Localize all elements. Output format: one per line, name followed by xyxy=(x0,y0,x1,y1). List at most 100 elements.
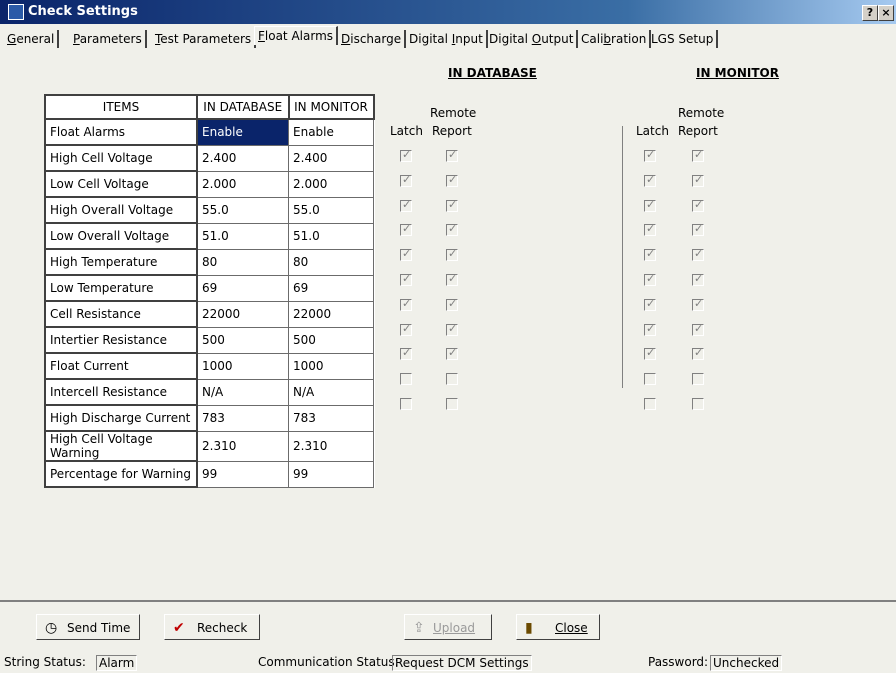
monitor-latch-checkbox[interactable] xyxy=(644,222,656,236)
db-latch-checkbox[interactable] xyxy=(400,148,412,162)
door-icon: ▮ xyxy=(525,620,533,636)
recheck-button[interactable]: ✔ Recheck xyxy=(164,614,260,640)
monitor-remote-report-checkbox[interactable] xyxy=(692,247,704,261)
monitor-latch-checkbox[interactable] xyxy=(644,148,656,162)
tab-general[interactable]: General xyxy=(4,30,60,48)
database-value-cell[interactable]: 2.310 xyxy=(196,430,289,462)
db-remote-report-checkbox[interactable] xyxy=(446,398,458,410)
table-row: Low Temperature 69 69 xyxy=(44,274,374,302)
database-value-cell[interactable]: 2.400 xyxy=(196,144,289,172)
database-value-cell[interactable]: 2.000 xyxy=(196,170,289,198)
database-value-cell[interactable]: 55.0 xyxy=(196,196,289,224)
monitor-remote-report-checkbox[interactable] xyxy=(692,148,704,162)
password-label: Password: xyxy=(648,655,709,669)
monitor-latch-checkbox[interactable] xyxy=(644,373,656,385)
monitor-remote-report-checkbox[interactable] xyxy=(692,373,704,385)
monitor-value-cell: 69 xyxy=(288,274,374,302)
monitor-remote-report-checkbox[interactable] xyxy=(692,198,704,212)
tab-strip: General Parameters Test Parameters Float Al… xyxy=(0,24,896,50)
database-value-cell[interactable]: 1000 xyxy=(196,352,289,380)
monitor-latch-checkbox[interactable] xyxy=(644,398,656,410)
db-latch-checkbox[interactable] xyxy=(400,247,412,261)
monitor-value-cell: 1000 xyxy=(288,352,374,380)
monitor-remote-report-checkbox[interactable] xyxy=(692,346,704,360)
close-window-button[interactable]: × xyxy=(878,5,894,21)
tab-lgs-setup[interactable]: LGS Setup xyxy=(648,30,719,48)
monitor-remote-report-checkbox[interactable] xyxy=(692,222,704,236)
database-value-cell[interactable]: N/A xyxy=(196,378,289,406)
close-button[interactable]: ▮ Close xyxy=(516,614,600,640)
db-latch-checkbox[interactable] xyxy=(400,297,412,311)
monitor-value-cell: 55.0 xyxy=(288,196,374,224)
monitor-remote-report-checkbox[interactable] xyxy=(692,322,704,336)
monitor-latch-checkbox[interactable] xyxy=(644,346,656,360)
tab-test-parameters[interactable]: Test Parameters xyxy=(152,30,257,48)
db-remote-report-checkbox[interactable] xyxy=(446,346,458,360)
help-button[interactable]: ? xyxy=(862,5,878,21)
db-remote-report-checkbox[interactable] xyxy=(446,322,458,336)
monitor-value-cell: 783 xyxy=(288,404,374,432)
tab-digital-input[interactable]: Digital Input xyxy=(406,30,488,48)
monitor-latch-checkbox[interactable] xyxy=(644,297,656,311)
db-latch-checkbox[interactable] xyxy=(400,173,412,187)
monitor-value-cell: 2.400 xyxy=(288,144,374,172)
db-latch-checkbox[interactable] xyxy=(400,322,412,336)
item-label: High Cell Voltage Warning xyxy=(44,430,198,462)
db-latch-checkbox[interactable] xyxy=(400,198,412,212)
monitor-latch-checkbox[interactable] xyxy=(644,198,656,212)
db-remote-report-checkbox[interactable] xyxy=(446,222,458,236)
table-row: Float Alarms Enable Enable xyxy=(44,118,374,146)
monitor-value-cell: 99 xyxy=(288,460,374,488)
db-latch-checkbox[interactable] xyxy=(400,222,412,236)
in-monitor-header: IN MONITOR xyxy=(696,66,779,80)
db-latch-checkbox[interactable] xyxy=(400,373,412,385)
monitor-latch-checkbox[interactable] xyxy=(644,272,656,286)
status-bar: String Status: Alarm Communication Statu… xyxy=(0,651,896,673)
db-latch-checkbox[interactable] xyxy=(400,272,412,286)
monitor-remote-report-checkbox[interactable] xyxy=(692,272,704,286)
clock-icon: ◷ xyxy=(45,620,58,636)
tab-parameters[interactable]: Parameters xyxy=(70,30,147,48)
db-remote-report-checkbox[interactable] xyxy=(446,148,458,162)
db-latch-checkbox[interactable] xyxy=(400,398,412,410)
column-header-items: ITEMS xyxy=(44,94,198,120)
table-row: High Cell Voltage 2.400 2.400 xyxy=(44,144,374,172)
monitor-remote-report-checkbox[interactable] xyxy=(692,398,704,410)
monitor-latch-checkbox[interactable] xyxy=(644,322,656,336)
db-latch-checkbox[interactable] xyxy=(400,346,412,360)
item-label: Low Cell Voltage xyxy=(44,170,198,198)
database-value-cell[interactable]: 500 xyxy=(196,326,289,354)
item-label: Percentage for Warning xyxy=(44,460,198,488)
db-remote-report-checkbox[interactable] xyxy=(446,272,458,286)
tab-float-alarms[interactable]: Float Alarms xyxy=(254,26,339,45)
database-value-cell[interactable]: 22000 xyxy=(196,300,289,328)
monitor-remote-report-checkbox[interactable] xyxy=(692,297,704,311)
monitor-remote-report-checkbox[interactable] xyxy=(692,173,704,187)
item-label: Intertier Resistance xyxy=(44,326,198,354)
table-row: High Discharge Current 783 783 xyxy=(44,404,374,432)
tab-discharge[interactable]: Discharge xyxy=(338,30,407,48)
database-value-cell[interactable]: Enable xyxy=(196,118,289,146)
database-value-cell[interactable]: 783 xyxy=(196,404,289,432)
column-header-in-database: IN DATABASE xyxy=(196,94,290,120)
database-value-cell[interactable]: 80 xyxy=(196,248,289,276)
monitor-latch-checkbox[interactable] xyxy=(644,173,656,187)
database-value-cell[interactable]: 99 xyxy=(196,460,289,488)
monitor-latch-checkbox[interactable] xyxy=(644,247,656,261)
db-remote-report-checkbox[interactable] xyxy=(446,247,458,261)
db-remote-report-checkbox[interactable] xyxy=(446,297,458,311)
tab-calibration[interactable]: Calibration xyxy=(578,30,652,48)
item-label: High Cell Voltage xyxy=(44,144,198,172)
upload-button[interactable]: ⇪ Upload xyxy=(404,614,492,640)
send-time-button[interactable]: ◷ Send Time xyxy=(36,614,140,640)
db-remote-report-checkbox[interactable] xyxy=(446,373,458,385)
monitor-value-cell: 2.000 xyxy=(288,170,374,198)
database-value-cell[interactable]: 51.0 xyxy=(196,222,289,250)
tab-digital-output[interactable]: Digital Output xyxy=(486,30,579,48)
item-label: Low Overall Voltage xyxy=(44,222,198,250)
database-value-cell[interactable]: 69 xyxy=(196,274,289,302)
monitor-value-cell: 2.310 xyxy=(288,430,374,462)
monitor-value-cell: N/A xyxy=(288,378,374,406)
db-remote-report-checkbox[interactable] xyxy=(446,198,458,212)
db-remote-report-checkbox[interactable] xyxy=(446,173,458,187)
